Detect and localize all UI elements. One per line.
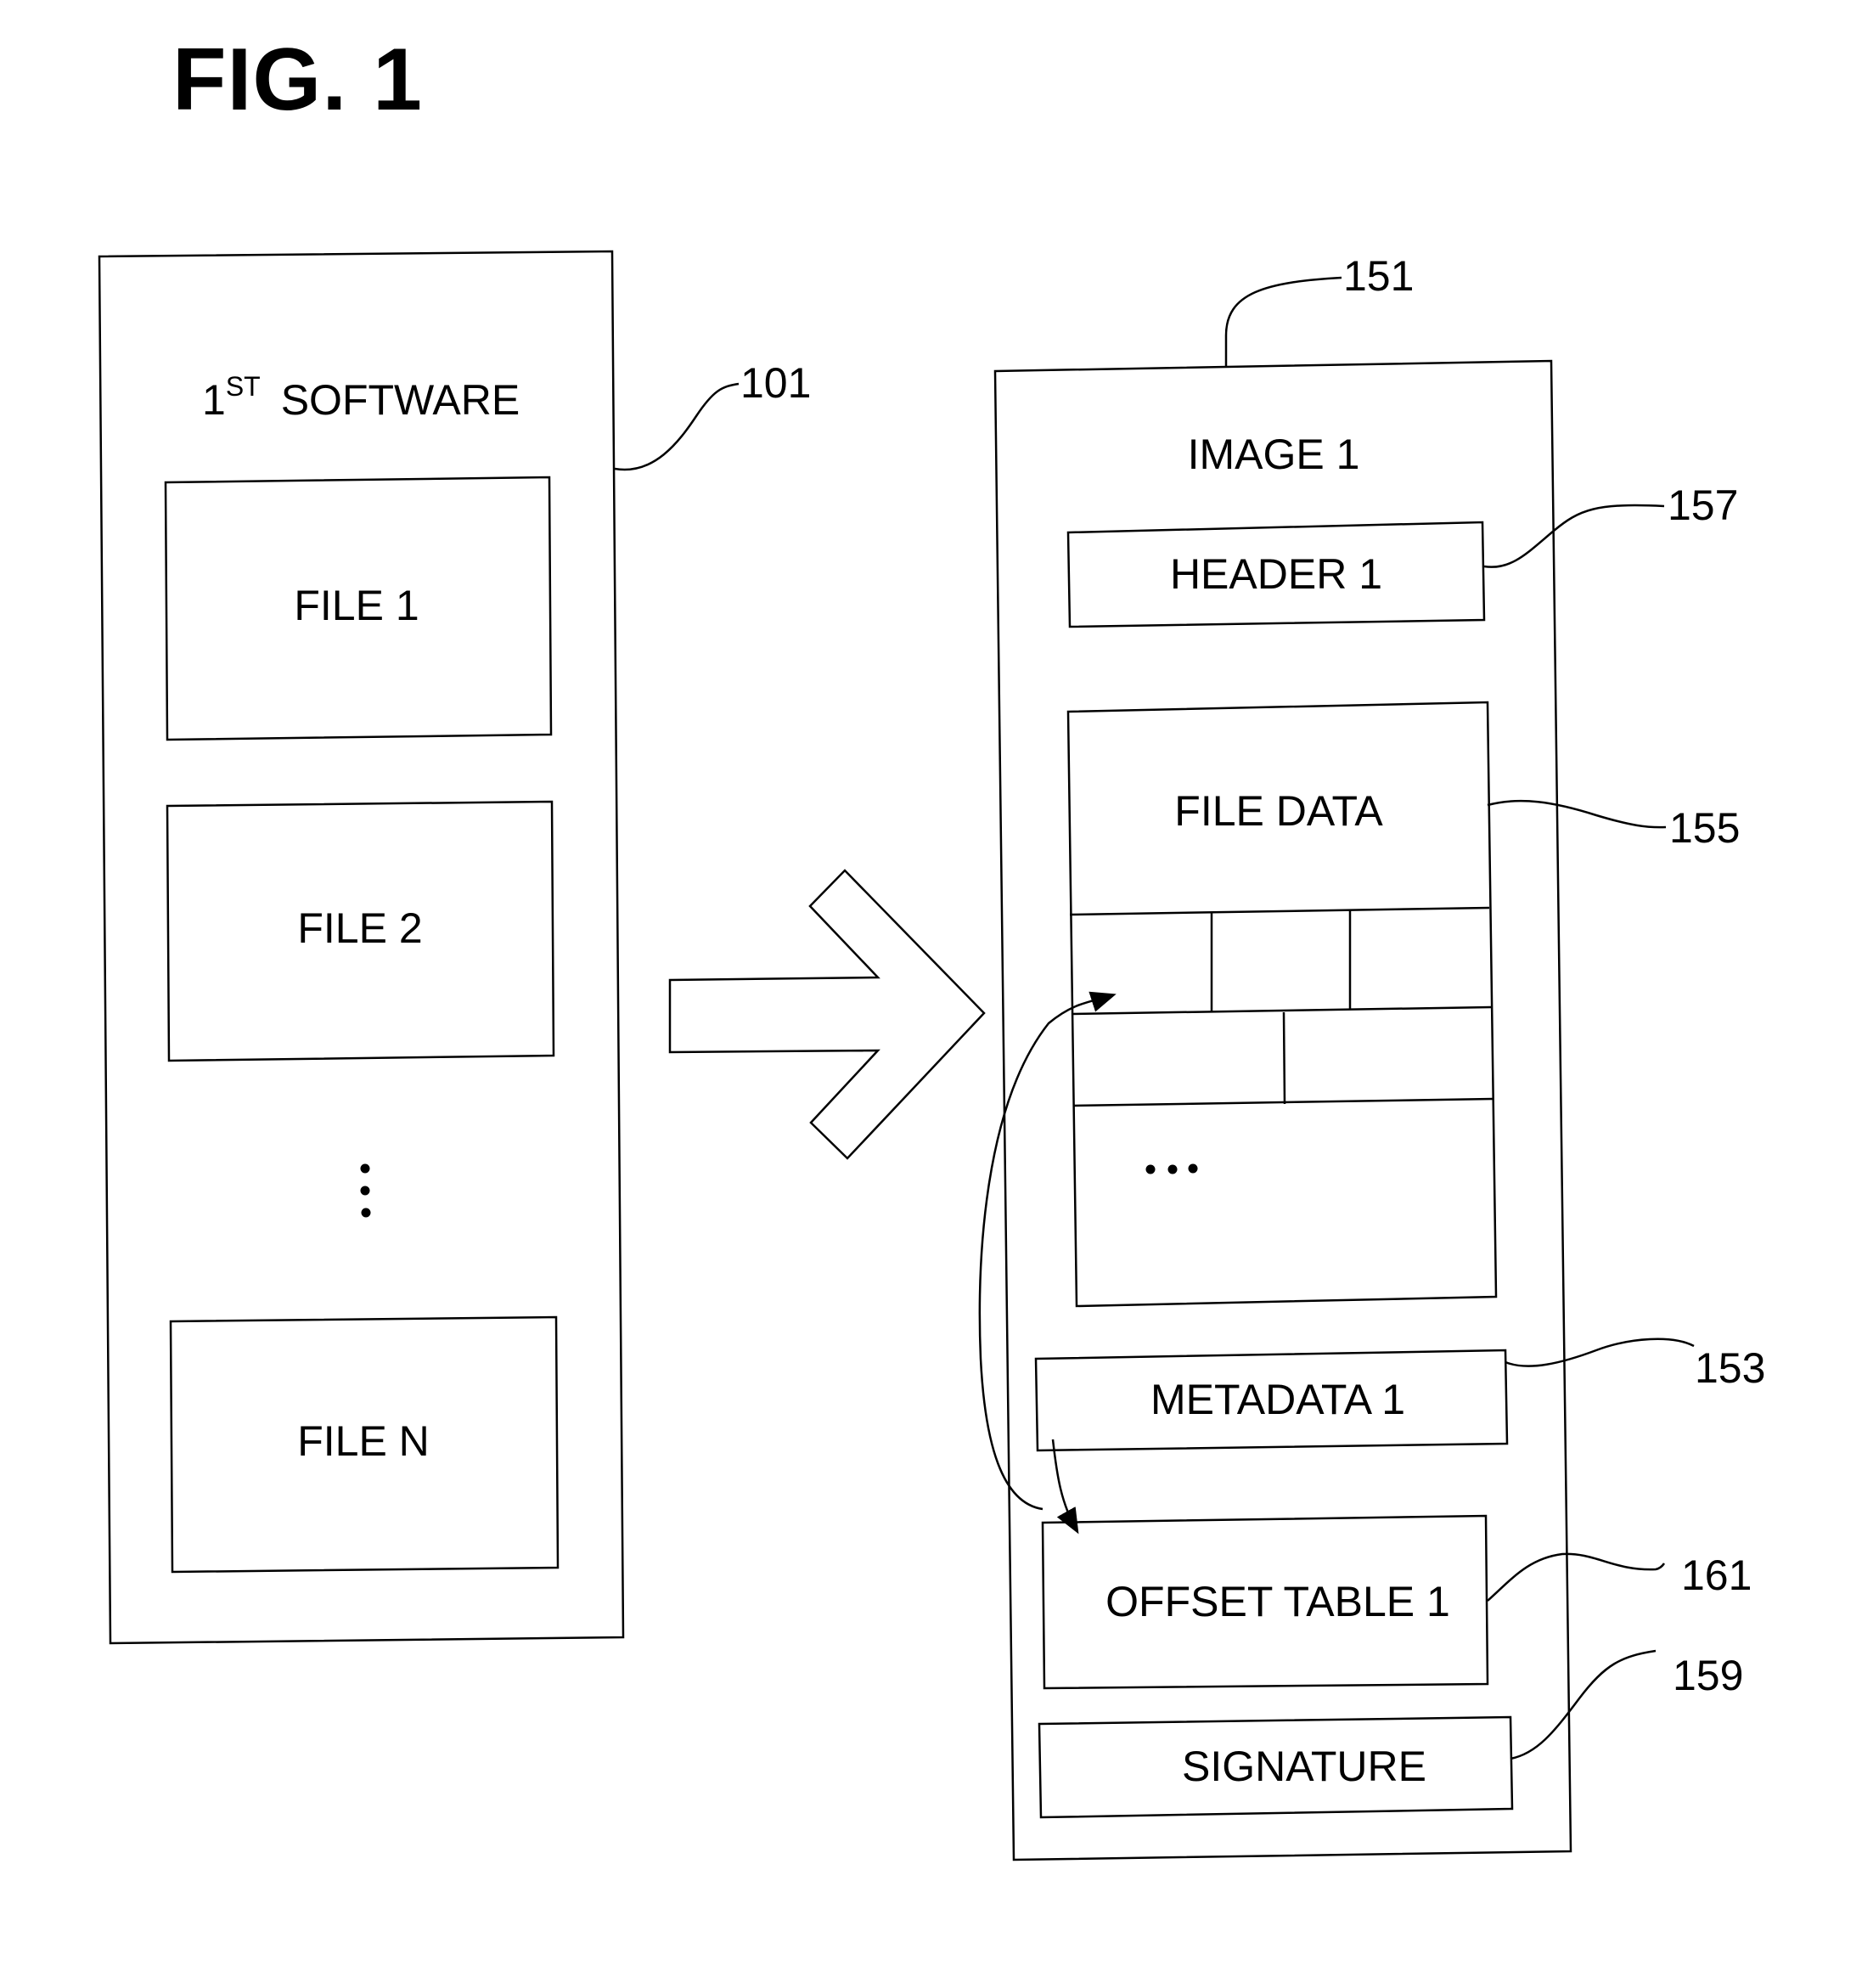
image-block: IMAGE 1 151 HEADER 1 157 FILE DATA 155 M… (978, 252, 1765, 1861)
ref-label-157: 157 (1668, 482, 1738, 529)
ref-label-101: 101 (740, 359, 811, 407)
offset-table-label: OFFSET TABLE 1 (1105, 1578, 1450, 1625)
header-label: HEADER 1 (1170, 550, 1382, 598)
file-data-label: FILE DATA (1174, 787, 1383, 835)
leader-line-161 (1487, 1552, 1666, 1602)
leader-line-101 (614, 382, 740, 471)
software-title: 1ST SOFTWARE (202, 371, 520, 424)
ref-label-161: 161 (1681, 1552, 1752, 1599)
ref-label-159: 159 (1673, 1652, 1743, 1699)
file-label-2: FILE 2 (297, 904, 422, 952)
file-data-row-divider (1072, 1097, 1494, 1107)
file-data-row-divider (1071, 1005, 1492, 1016)
leader-line-155 (1487, 799, 1667, 829)
leader-line-153 (1505, 1338, 1695, 1367)
vertical-ellipsis-icon (360, 1163, 371, 1218)
offset-table-box: OFFSET TABLE 1 (1041, 1514, 1489, 1690)
ref-label-151: 151 (1343, 252, 1414, 300)
file-data-row-divider (1069, 906, 1490, 916)
metadata-to-offset-table-arrow (1051, 1439, 1079, 1535)
header-box: HEADER 1 (1066, 521, 1486, 628)
image-title: IMAGE 1 (1188, 431, 1360, 478)
software-title-superscript: ST (226, 371, 261, 402)
offset-table-to-file-data-arrow (978, 991, 1117, 1511)
leader-line-157 (1483, 504, 1665, 568)
metadata-box: METADATA 1 (1034, 1349, 1509, 1452)
file-data-cell-divider (1282, 1011, 1286, 1105)
file-label-n: FILE N (297, 1417, 430, 1465)
signature-label: SIGNATURE (1182, 1743, 1426, 1790)
horizontal-ellipsis-icon (1145, 1163, 1198, 1174)
software-block: 1ST SOFTWARE FILE 1 FILE 2 FILE N 101 (98, 250, 811, 1645)
file-label-1: FILE 1 (294, 582, 419, 629)
software-title-text: SOFTWARE (281, 376, 520, 424)
file-box-2: FILE 2 (166, 800, 555, 1062)
block-arrow-right-icon (668, 869, 986, 1160)
file-box-1: FILE 1 (164, 476, 553, 741)
file-data-box: FILE DATA (1066, 701, 1498, 1308)
file-box-n: FILE N (169, 1315, 560, 1574)
ref-label-153: 153 (1695, 1344, 1765, 1392)
ref-label-155: 155 (1669, 804, 1740, 852)
leader-line-151 (1224, 276, 1342, 367)
signature-box: SIGNATURE (1038, 1715, 1514, 1819)
software-title-number: 1 (202, 376, 226, 424)
leader-line-159 (1510, 1649, 1657, 1760)
metadata-label: METADATA 1 (1150, 1376, 1405, 1423)
